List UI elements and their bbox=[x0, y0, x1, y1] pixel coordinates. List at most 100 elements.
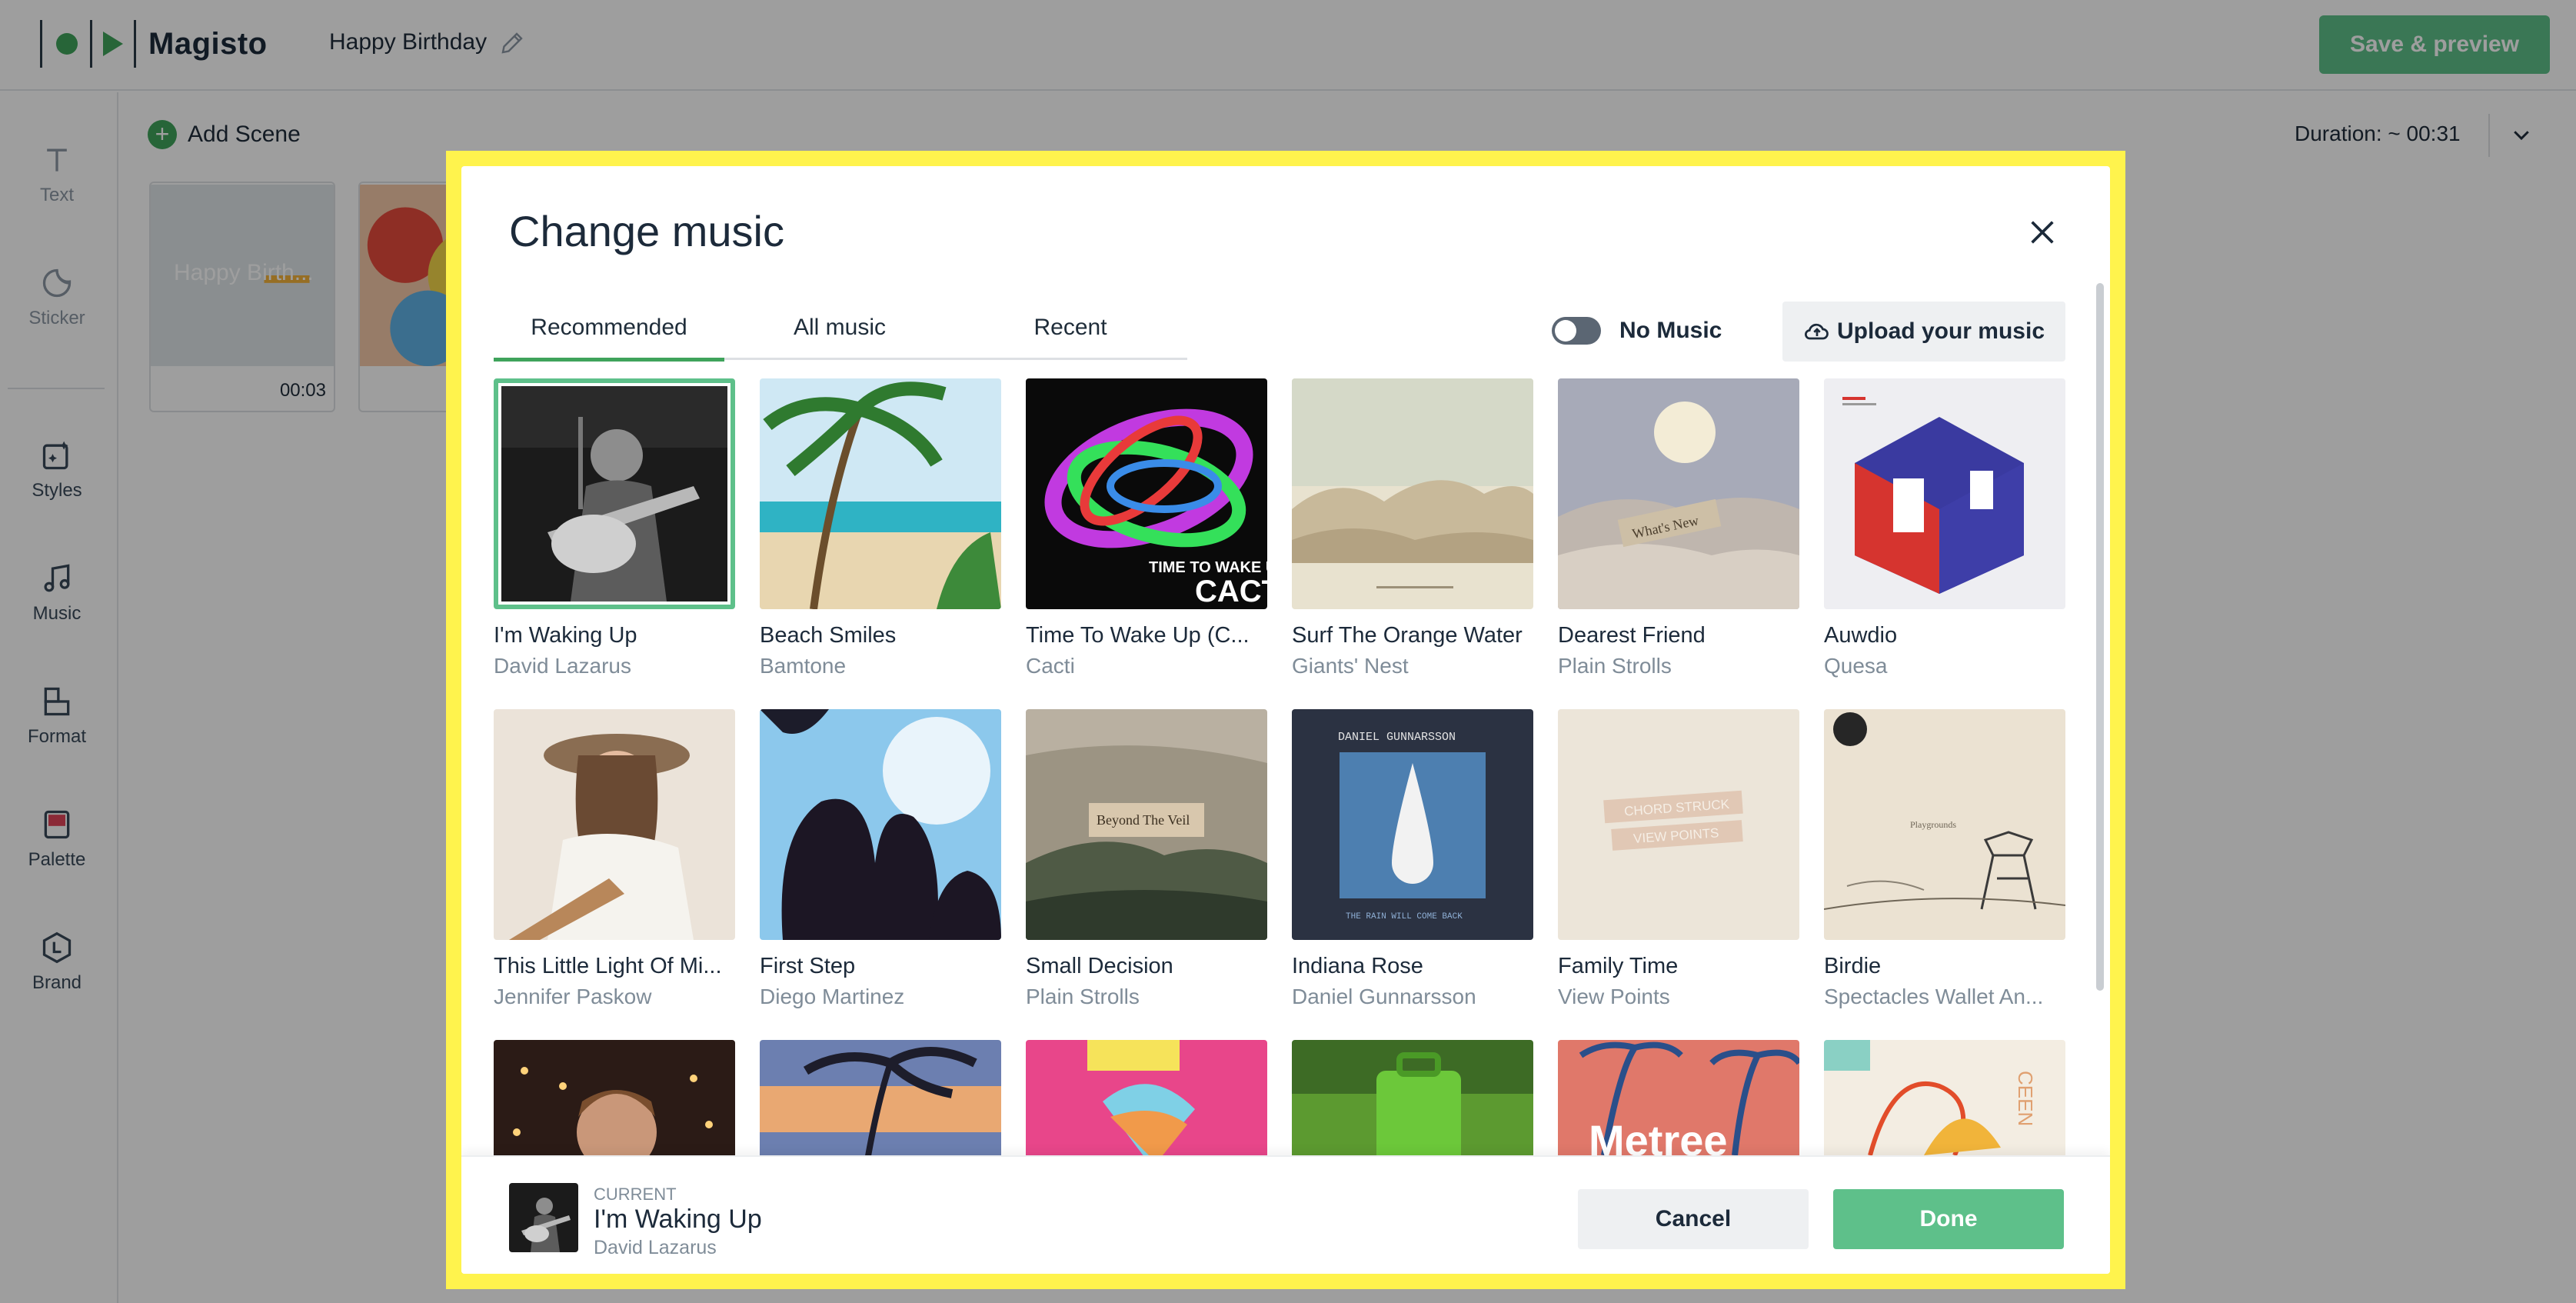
close-icon[interactable] bbox=[2027, 217, 2058, 248]
dialog-scrollbar[interactable] bbox=[2096, 283, 2104, 991]
track-card-indiana-rose[interactable]: DANIEL GUNNARSSON THE RAIN WILL COME BAC… bbox=[1292, 709, 1533, 1017]
track-card-im-waking-up[interactable]: I'm Waking Up David Lazarus bbox=[494, 378, 735, 686]
tab-recent[interactable]: Recent bbox=[955, 297, 1186, 360]
track-title: Small Decision bbox=[1026, 954, 1173, 978]
album-cover bbox=[760, 709, 1001, 940]
tab-all-music[interactable]: All music bbox=[724, 297, 955, 360]
cover-art-guitarist bbox=[501, 386, 727, 602]
cover-text: Metree bbox=[1589, 1116, 1728, 1155]
dialog-footer: CURRENT I'm Waking Up David Lazarus Canc… bbox=[461, 1155, 2110, 1274]
track-title: Birdie bbox=[1824, 954, 1882, 978]
track-title: I'm Waking Up bbox=[494, 623, 637, 648]
cover-art-sky: What's New bbox=[1558, 378, 1799, 609]
track-grid: I'm Waking Up David Lazarus Beach Smiles… bbox=[494, 378, 2065, 1155]
cover-text: CACTI bbox=[1195, 575, 1267, 608]
track-artist: View Points bbox=[1558, 985, 1670, 1008]
cover-art-ceen: CEEN bbox=[1824, 1040, 2065, 1155]
track-card[interactable] bbox=[1026, 1040, 1267, 1155]
tab-recommended[interactable]: Recommended bbox=[494, 297, 724, 362]
track-card-small-decision[interactable]: Beyond The Veil Small Decision Plain Str… bbox=[1026, 709, 1267, 1017]
cover-art-woman-guitar bbox=[494, 709, 735, 940]
cover-art-valley: Beyond The Veil bbox=[1026, 709, 1267, 940]
album-cover: Metree bbox=[1558, 1040, 1799, 1155]
track-artist: Giants' Nest bbox=[1292, 654, 1409, 678]
track-card-beach-smiles[interactable]: Beach Smiles Bamtone bbox=[760, 378, 1001, 686]
album-cover: What's New bbox=[1558, 378, 1799, 609]
album-cover bbox=[760, 1040, 1001, 1155]
cover-art-paper: CHORD STRUCK VIEW POINTS bbox=[1558, 709, 1799, 940]
cover-art-silhouettes bbox=[760, 709, 1001, 940]
toggle-knob bbox=[1555, 320, 1576, 342]
track-card[interactable]: CEEN bbox=[1824, 1040, 2065, 1155]
album-cover bbox=[1292, 378, 1533, 609]
track-card-time-to-wake-up[interactable]: TIME TO WAKE UP CACTI Time To Wake Up (C… bbox=[1026, 378, 1267, 686]
album-cover bbox=[494, 709, 735, 940]
track-title: First Step bbox=[760, 954, 856, 978]
album-cover: Beyond The Veil bbox=[1026, 709, 1267, 940]
track-artist: Plain Strolls bbox=[1026, 985, 1140, 1008]
track-card-first-step[interactable]: First Step Diego Martinez bbox=[760, 709, 1001, 1017]
dialog-title: Change music bbox=[509, 207, 784, 255]
track-title: Beach Smiles bbox=[760, 623, 897, 648]
track-card-surf-the-orange-water[interactable]: Surf The Orange Water Giants' Nest bbox=[1292, 378, 1533, 686]
track-card-family-time[interactable]: CHORD STRUCK VIEW POINTS Family Time Vie… bbox=[1558, 709, 1799, 1017]
track-card[interactable] bbox=[760, 1040, 1001, 1155]
album-cover bbox=[1026, 1040, 1267, 1155]
track-card-auwdio[interactable]: Auwdio Quesa bbox=[1824, 378, 2065, 686]
cloud-upload-icon bbox=[1805, 323, 1829, 340]
album-cover bbox=[494, 378, 735, 609]
album-cover bbox=[1292, 1040, 1533, 1155]
cover-art-lifeguard-tower: Playgrounds bbox=[1824, 709, 2065, 940]
no-music-toggle-group: No Music bbox=[1552, 317, 1722, 345]
upload-music-button[interactable]: Upload your music bbox=[1782, 302, 2065, 362]
album-cover bbox=[760, 378, 1001, 609]
cover-art-suitcase bbox=[1292, 1040, 1533, 1155]
track-card[interactable] bbox=[494, 1040, 735, 1155]
cover-art-clouds bbox=[1292, 378, 1533, 609]
cover-art-metree: Metree bbox=[1558, 1040, 1799, 1155]
cover-text: Beyond The Veil bbox=[1097, 812, 1190, 828]
track-artist: Bamtone bbox=[760, 654, 847, 678]
album-cover: Playgrounds bbox=[1824, 709, 2065, 940]
track-title: Dearest Friend bbox=[1558, 623, 1706, 648]
track-title: Surf The Orange Water bbox=[1292, 623, 1523, 648]
track-artist: David Lazarus bbox=[494, 654, 631, 678]
track-card-birdie[interactable]: Playgrounds Birdie Spectacles Wallet An.… bbox=[1824, 709, 2065, 1017]
track-artist: Cacti bbox=[1026, 654, 1075, 678]
no-music-label: No Music bbox=[1619, 318, 1722, 343]
cancel-button[interactable]: Cancel bbox=[1578, 1189, 1809, 1249]
current-label: CURRENT bbox=[594, 1185, 677, 1204]
track-title: Time To Wake Up (C... bbox=[1026, 623, 1250, 648]
album-cover: CEEN bbox=[1824, 1040, 2065, 1155]
cover-art-beach bbox=[760, 378, 1001, 609]
cover-text: THE RAIN WILL COME BACK bbox=[1346, 912, 1463, 921]
no-music-toggle[interactable] bbox=[1552, 317, 1601, 345]
album-cover: DANIEL GUNNARSSON THE RAIN WILL COME BAC… bbox=[1292, 709, 1533, 940]
change-music-dialog: Change music Recommended All music Recen… bbox=[461, 166, 2110, 1274]
album-cover bbox=[1824, 378, 2065, 609]
cover-art-man-lights bbox=[494, 1040, 735, 1155]
music-tabs: Recommended All music Recent bbox=[494, 297, 1187, 362]
cover-art-neon: TIME TO WAKE UP CACTI bbox=[1026, 378, 1267, 609]
current-track-thumbnail bbox=[509, 1183, 578, 1252]
track-artist: Jennifer Paskow bbox=[494, 985, 652, 1008]
album-cover: TIME TO WAKE UP CACTI bbox=[1026, 378, 1267, 609]
track-card[interactable] bbox=[1292, 1040, 1533, 1155]
track-title: Family Time bbox=[1558, 954, 1679, 978]
track-title: This Little Light Of Mi... bbox=[494, 954, 722, 978]
cover-text: CEEN bbox=[2014, 1071, 2037, 1126]
done-button[interactable]: Done bbox=[1833, 1189, 2064, 1249]
cover-text: TIME TO WAKE UP bbox=[1149, 559, 1267, 576]
track-artist: Quesa bbox=[1824, 654, 1888, 678]
current-track-artist: David Lazarus bbox=[594, 1237, 717, 1258]
upload-music-label: Upload your music bbox=[1836, 318, 2045, 344]
cover-art-sunset-palms bbox=[760, 1040, 1001, 1155]
album-cover: CHORD STRUCK VIEW POINTS bbox=[1558, 709, 1799, 940]
cover-art-drop: DANIEL GUNNARSSON THE RAIN WILL COME BAC… bbox=[1292, 709, 1533, 940]
track-card-this-little-light[interactable]: This Little Light Of Mi... Jennifer Pask… bbox=[494, 709, 735, 1017]
track-title: Auwdio bbox=[1824, 623, 1898, 648]
track-card-dearest-friend[interactable]: What's New Dearest Friend Plain Strolls bbox=[1558, 378, 1799, 686]
cover-art-isometric bbox=[1824, 378, 2065, 609]
track-artist: Diego Martinez bbox=[760, 985, 905, 1008]
track-card[interactable]: Metree bbox=[1558, 1040, 1799, 1155]
